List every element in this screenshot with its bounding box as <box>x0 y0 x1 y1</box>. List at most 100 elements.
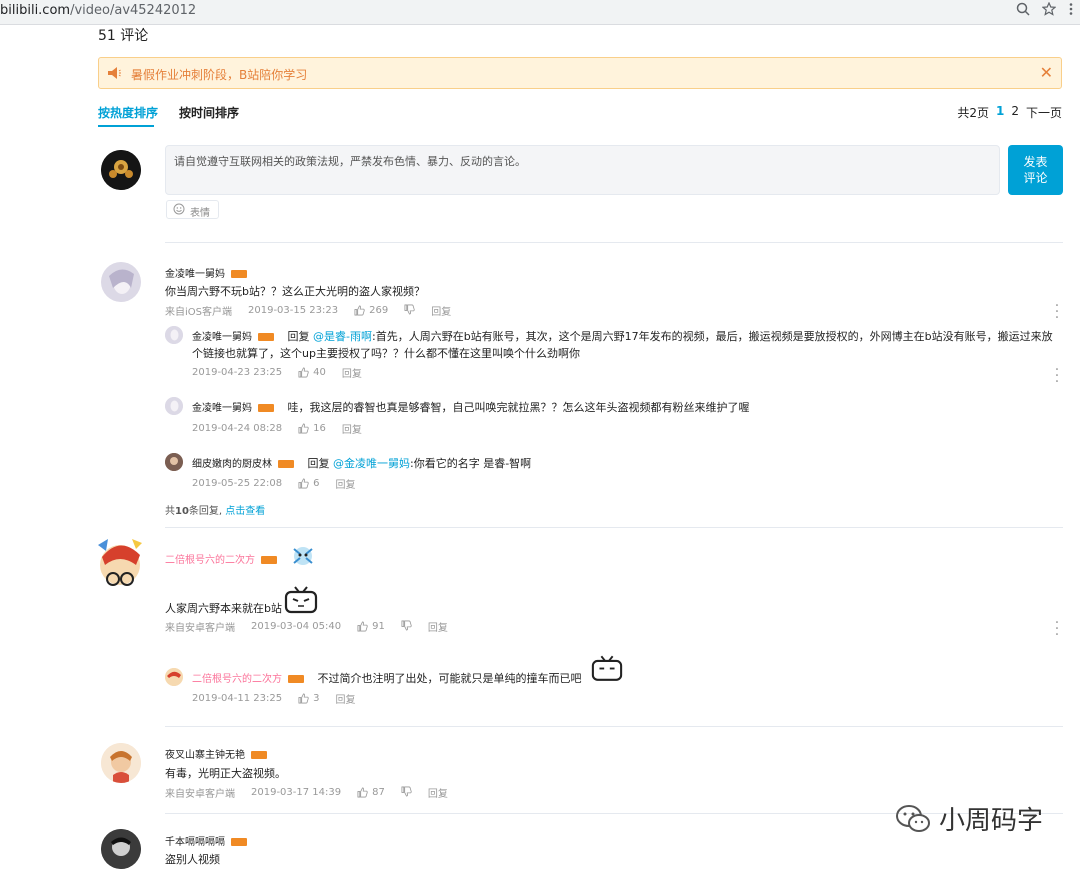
reply-avatar[interactable] <box>165 326 183 344</box>
level-badge <box>231 838 247 846</box>
reply-button[interactable]: 回复 <box>336 476 356 491</box>
tab-sort-hot[interactable]: 按热度排序 <box>98 104 158 121</box>
dislike-button[interactable] <box>401 620 412 634</box>
like-button[interactable]: 269 <box>354 305 388 316</box>
like-count: 269 <box>369 305 389 316</box>
reply-button[interactable]: 回复 <box>342 365 362 380</box>
notice-banner: 暑假作业冲刺阶段，B站陪你学习 ✕ <box>98 57 1062 89</box>
reply-time: 2019-04-24 08:28 <box>192 423 283 434</box>
comment-count: 51 评论 <box>98 28 149 44</box>
view-more-link[interactable]: 点击查看 <box>225 506 265 517</box>
like-count: 6 <box>313 478 320 489</box>
reply-username[interactable]: 细皮嫩肉的厨皮林 <box>192 459 272 470</box>
user-avatar[interactable] <box>101 262 141 302</box>
comment-username[interactable]: 金凌唯一舅妈 <box>165 265 247 280</box>
smiley-icon <box>173 203 185 215</box>
reply-button[interactable]: 回复 <box>428 785 448 800</box>
like-count: 16 <box>313 423 326 434</box>
level-badge <box>231 270 247 278</box>
reply-text: :你看它的名字 是睿-智啊 <box>410 457 532 470</box>
reply-text: 哇，我这层的睿智也真是够睿智，自己叫唤完就拉黑？？怎么这年头盗视频都有粉丝来维护… <box>287 401 750 414</box>
mention-link[interactable]: @是睿-雨啊 <box>313 330 372 343</box>
user-avatar[interactable] <box>101 829 141 869</box>
reply-text: 不过简介也注明了出处，可能就只是单纯的撞车而已吧 <box>317 672 582 685</box>
comment-username[interactable]: 千本嗝嗝嗝嗝 <box>165 833 247 848</box>
next-page-link[interactable]: 下一页 <box>1026 104 1062 121</box>
dislike-button[interactable] <box>404 304 415 318</box>
thumb-up-icon <box>357 787 368 798</box>
mention-link[interactable]: @金凌唯一舅妈 <box>333 457 410 470</box>
thumb-up-icon <box>298 367 309 378</box>
reply-username[interactable]: 金凌唯一舅妈 <box>192 403 252 414</box>
comment-time: 2019-03-04 05:40 <box>251 621 342 632</box>
reply-avatar[interactable] <box>165 397 183 415</box>
comment-source: 来自安卓客户端 <box>165 789 235 800</box>
reply-prefix: 回复 <box>287 330 310 343</box>
bookmark-star-icon[interactable] <box>1041 1 1057 20</box>
more-options-icon[interactable]: · · · <box>1054 616 1060 642</box>
comment-source: 来自安卓客户端 <box>165 623 235 634</box>
level-badge <box>288 675 304 683</box>
like-button[interactable]: 6 <box>298 478 320 489</box>
reply-prefix: 回复 <box>307 457 330 470</box>
my-avatar[interactable] <box>101 150 141 190</box>
comment-username[interactable]: 二倍根号六的二次方 <box>165 551 277 566</box>
reply-line: 金凌唯一舅妈 哇，我这层的睿智也真是够睿智，自己叫唤完就拉黑？？怎么这年头盗视频… <box>192 399 750 415</box>
like-button[interactable]: 16 <box>298 423 326 434</box>
reply-username[interactable]: 金凌唯一舅妈 <box>192 332 252 343</box>
more-count: 10 <box>175 506 189 517</box>
more-options-icon[interactable]: · · · <box>1054 363 1060 389</box>
more-options-icon[interactable]: · · · <box>1054 299 1060 325</box>
like-count: 3 <box>313 693 320 704</box>
comment-text: 有毒，光明正大盗视频。 <box>165 767 286 780</box>
reply-line: 细皮嫩肉的厨皮林 回复 @金凌唯一舅妈:你看它的名字 是睿-智啊 <box>192 455 531 471</box>
like-button[interactable]: 87 <box>357 787 385 798</box>
level-badge <box>258 333 274 341</box>
wechat-icon <box>896 804 930 832</box>
emoji-button[interactable]: 表情 <box>166 200 219 219</box>
comment-username[interactable]: 夜叉山寨主钟无艳 <box>165 746 267 761</box>
more-vert-icon[interactable] <box>1068 2 1074 20</box>
level-badge <box>278 460 294 468</box>
reply-button[interactable]: 回复 <box>342 421 362 436</box>
reply-button[interactable]: 回复 <box>428 619 448 634</box>
more-prefix: 共 <box>165 506 175 517</box>
page-total: 共2页 <box>957 106 989 120</box>
reply-avatar[interactable] <box>165 668 183 686</box>
more-suffix: 条回复, <box>188 506 223 517</box>
emoji-label: 表情 <box>190 208 210 219</box>
comment-input[interactable]: 请自觉遵守互联网相关的政策法规，严禁发布色情、暴力、反动的言论。 <box>165 145 1000 195</box>
close-icon[interactable]: ✕ <box>1040 63 1053 82</box>
reply-line: 二倍根号六的二次方 不过简介也注明了出处，可能就只是单纯的撞车而已吧 <box>192 670 582 686</box>
like-button[interactable]: 91 <box>357 621 385 632</box>
view-more-replies: 共10条回复, 点击查看 <box>165 502 265 517</box>
divider <box>165 527 1063 528</box>
reply-time: 2019-04-23 23:25 <box>192 367 283 378</box>
reply-meta: 2019-04-11 23:25 3 回复 <box>192 691 372 706</box>
thumb-down-icon <box>401 620 412 630</box>
like-button[interactable]: 40 <box>298 367 326 378</box>
comment-time: 2019-03-17 14:39 <box>251 787 342 798</box>
reply-meta: 2019-04-24 08:28 16 回复 <box>192 421 378 436</box>
divider <box>165 242 1063 243</box>
tab-sort-time[interactable]: 按时间排序 <box>179 104 239 121</box>
url-text[interactable]: bilibili.com/video/av45242012 <box>0 3 196 18</box>
thumb-up-icon <box>298 693 309 704</box>
reply-button[interactable]: 回复 <box>336 691 356 706</box>
browser-address-bar[interactable]: bilibili.com/video/av45242012 <box>0 0 1080 25</box>
url-domain: bilibili.com <box>0 3 71 18</box>
zoom-icon[interactable] <box>1016 2 1030 20</box>
user-avatar[interactable] <box>101 743 141 783</box>
dislike-button[interactable] <box>401 786 412 800</box>
send-comment-button[interactable]: 发表 评论 <box>1008 145 1063 195</box>
user-avatar[interactable] <box>96 535 146 591</box>
like-count: 91 <box>372 621 385 632</box>
reply-avatar[interactable] <box>165 453 183 471</box>
page-2-link[interactable]: 2 <box>1011 104 1019 121</box>
username-text: 二倍根号六的二次方 <box>165 555 255 566</box>
username-text: 夜叉山寨主钟无艳 <box>165 750 245 761</box>
reply-username[interactable]: 二倍根号六的二次方 <box>192 674 282 685</box>
like-button[interactable]: 3 <box>298 693 320 704</box>
reply-button[interactable]: 回复 <box>431 303 451 318</box>
page-1-link[interactable]: 1 <box>996 104 1004 121</box>
